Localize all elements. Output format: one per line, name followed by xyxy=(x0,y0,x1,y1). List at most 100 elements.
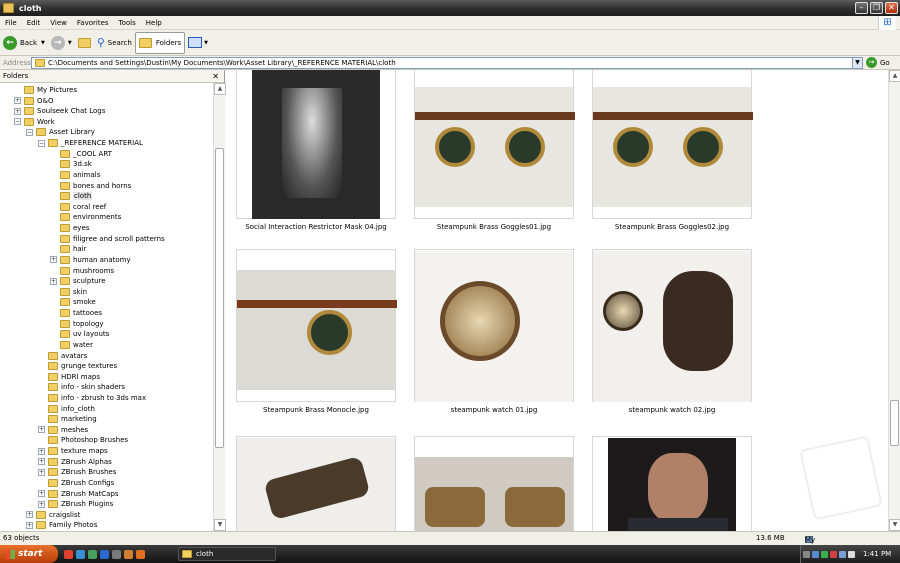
scroll-down-icon[interactable]: ▼ xyxy=(214,519,226,531)
tree-item[interactable]: + Soulseek Chat Logs xyxy=(14,106,105,116)
thumbnail-tile[interactable] xyxy=(414,436,574,531)
up-button[interactable] xyxy=(75,32,94,54)
tree-item[interactable]: avatars xyxy=(38,351,87,361)
menu-favorites[interactable]: Favorites xyxy=(72,19,114,27)
tree-item[interactable]: − Work xyxy=(14,117,55,127)
tree-item[interactable]: environments xyxy=(50,212,121,222)
tree-item[interactable]: cloth xyxy=(50,191,93,201)
tree-item[interactable]: marketing xyxy=(38,414,97,424)
tree-item[interactable]: + Family Photos xyxy=(26,520,97,530)
expand-icon[interactable]: + xyxy=(26,511,33,519)
quicklaunch-icon-5[interactable] xyxy=(112,549,121,559)
tree-item[interactable]: − Asset Library xyxy=(26,127,95,137)
quicklaunch-icon-4[interactable] xyxy=(100,549,109,559)
tree-item[interactable]: info - skin shaders xyxy=(38,382,125,392)
maximize-button[interactable]: ❐ xyxy=(870,2,883,14)
tree-item[interactable]: + sculpture xyxy=(50,276,106,286)
tree-item[interactable]: bones and horns xyxy=(50,181,131,191)
tree-item[interactable]: My Pictures xyxy=(14,85,77,95)
expand-icon[interactable]: + xyxy=(14,97,21,105)
tree-item[interactable]: HDRI maps xyxy=(38,372,100,382)
thumbnail-caption[interactable]: Steampunk Brass Goggles01.jpg xyxy=(405,223,583,231)
thumbnail-caption[interactable]: steampunk watch 02.jpg xyxy=(583,406,761,414)
tray-icon-2[interactable] xyxy=(812,550,819,558)
expand-icon[interactable]: + xyxy=(38,500,45,508)
thumbnail-caption[interactable]: Steampunk Brass Goggles02.jpg xyxy=(583,223,761,231)
collapse-icon[interactable]: − xyxy=(14,118,21,126)
tree-item[interactable]: tattooes xyxy=(50,308,102,318)
minimize-button[interactable]: – xyxy=(855,2,868,14)
tree-item[interactable]: + ZBrush MatCaps xyxy=(38,489,119,499)
tree-item[interactable]: + ZBrush Brushes xyxy=(38,467,116,477)
thumbnail-tile[interactable] xyxy=(414,70,575,219)
quicklaunch-icon-2[interactable] xyxy=(76,549,85,559)
menu-tools[interactable]: Tools xyxy=(114,19,141,27)
tray-icon-1[interactable] xyxy=(803,550,810,558)
tree-item[interactable]: 3d.sk xyxy=(50,159,92,169)
expand-icon[interactable]: + xyxy=(26,521,33,529)
tree-item[interactable]: Photoshop Brushes xyxy=(38,435,128,445)
folders-scroll-thumb[interactable] xyxy=(215,148,224,448)
tree-item[interactable]: smoke xyxy=(50,297,96,307)
search-button[interactable]: ⚲ Search xyxy=(94,32,135,54)
expand-icon[interactable]: + xyxy=(38,447,45,455)
thumbnail-tile[interactable] xyxy=(414,249,574,402)
tree-item[interactable]: coral reef xyxy=(50,202,106,212)
menu-view[interactable]: View xyxy=(45,19,72,27)
folders-scrollbar[interactable]: ▲ ▼ xyxy=(213,83,226,531)
tree-item[interactable]: − _REFERENCE MATERIAL xyxy=(38,138,143,148)
views-button[interactable]: ▼ xyxy=(185,32,211,54)
tray-icon-4[interactable] xyxy=(830,550,837,558)
expand-icon[interactable]: + xyxy=(38,426,45,434)
tree-item[interactable]: filigree and scroll patterns xyxy=(50,234,165,244)
taskbar-item-cloth[interactable]: cloth xyxy=(178,547,276,561)
thumbnail-tile[interactable] xyxy=(592,249,752,402)
menu-file[interactable]: File xyxy=(0,19,22,27)
expand-icon[interactable]: + xyxy=(38,490,45,498)
thumbnail-tile[interactable] xyxy=(236,70,396,219)
address-input[interactable]: C:\Documents and Settings\Dustin\My Docu… xyxy=(31,57,863,69)
tree-item[interactable]: grunge textures xyxy=(38,361,117,371)
tree-item[interactable]: + O&O xyxy=(14,96,53,106)
tree-item[interactable]: ZBrush Configs xyxy=(38,478,114,488)
network-icon[interactable] xyxy=(839,550,846,558)
tree-item[interactable]: mushrooms xyxy=(50,266,114,276)
tree-item[interactable]: + texture maps xyxy=(38,446,108,456)
tree-item[interactable]: skin xyxy=(50,287,87,297)
quicklaunch-icon-1[interactable] xyxy=(64,549,73,559)
tree-item[interactable]: + craigslist xyxy=(26,510,80,520)
content-scroll-thumb[interactable] xyxy=(890,400,899,446)
scroll-down-icon[interactable]: ▼ xyxy=(889,519,900,531)
expand-icon[interactable]: + xyxy=(50,256,57,264)
tree-item[interactable]: info - zbrush to 3ds max xyxy=(38,393,146,403)
scroll-up-icon[interactable]: ▲ xyxy=(889,70,900,82)
expand-icon[interactable]: + xyxy=(38,458,45,466)
tree-item[interactable]: info_cloth xyxy=(38,404,95,414)
thumbnail-tile[interactable] xyxy=(236,249,397,402)
close-button[interactable]: ✕ xyxy=(885,2,898,14)
tree-item[interactable]: eyes xyxy=(50,223,89,233)
tree-item[interactable]: + ZBrush Alphas xyxy=(38,457,112,467)
thumbnail-caption[interactable]: Steampunk Brass Monocle.jpg xyxy=(227,406,405,414)
scroll-up-icon[interactable]: ▲ xyxy=(214,83,226,95)
tree-item[interactable]: water xyxy=(50,340,93,350)
expand-icon[interactable]: + xyxy=(14,107,21,115)
tree-item[interactable]: _COOL ART xyxy=(50,149,112,159)
thumbnail-tile[interactable] xyxy=(236,436,396,531)
back-button[interactable]: ← Back ▼ xyxy=(0,32,48,54)
thumbnail-caption[interactable]: Social Interaction Restrictor Mask 04.jp… xyxy=(227,223,405,231)
thumbnail-tile[interactable] xyxy=(592,436,752,531)
start-button[interactable]: start xyxy=(0,545,58,563)
firefox-icon[interactable] xyxy=(136,549,145,559)
tree-item[interactable]: topology xyxy=(50,319,104,329)
expand-icon[interactable]: + xyxy=(38,468,45,476)
expand-icon[interactable]: + xyxy=(50,277,57,285)
quicklaunch-icon-6[interactable] xyxy=(124,549,133,559)
close-pane-icon[interactable]: ✕ xyxy=(212,72,219,81)
go-button[interactable]: → Go xyxy=(866,57,890,68)
menu-edit[interactable]: Edit xyxy=(22,19,46,27)
quicklaunch-icon-3[interactable] xyxy=(88,549,97,559)
tree-item[interactable]: uv layouts xyxy=(50,329,109,339)
tree-item[interactable]: + human anatomy xyxy=(50,255,131,265)
collapse-icon[interactable]: − xyxy=(38,139,45,147)
